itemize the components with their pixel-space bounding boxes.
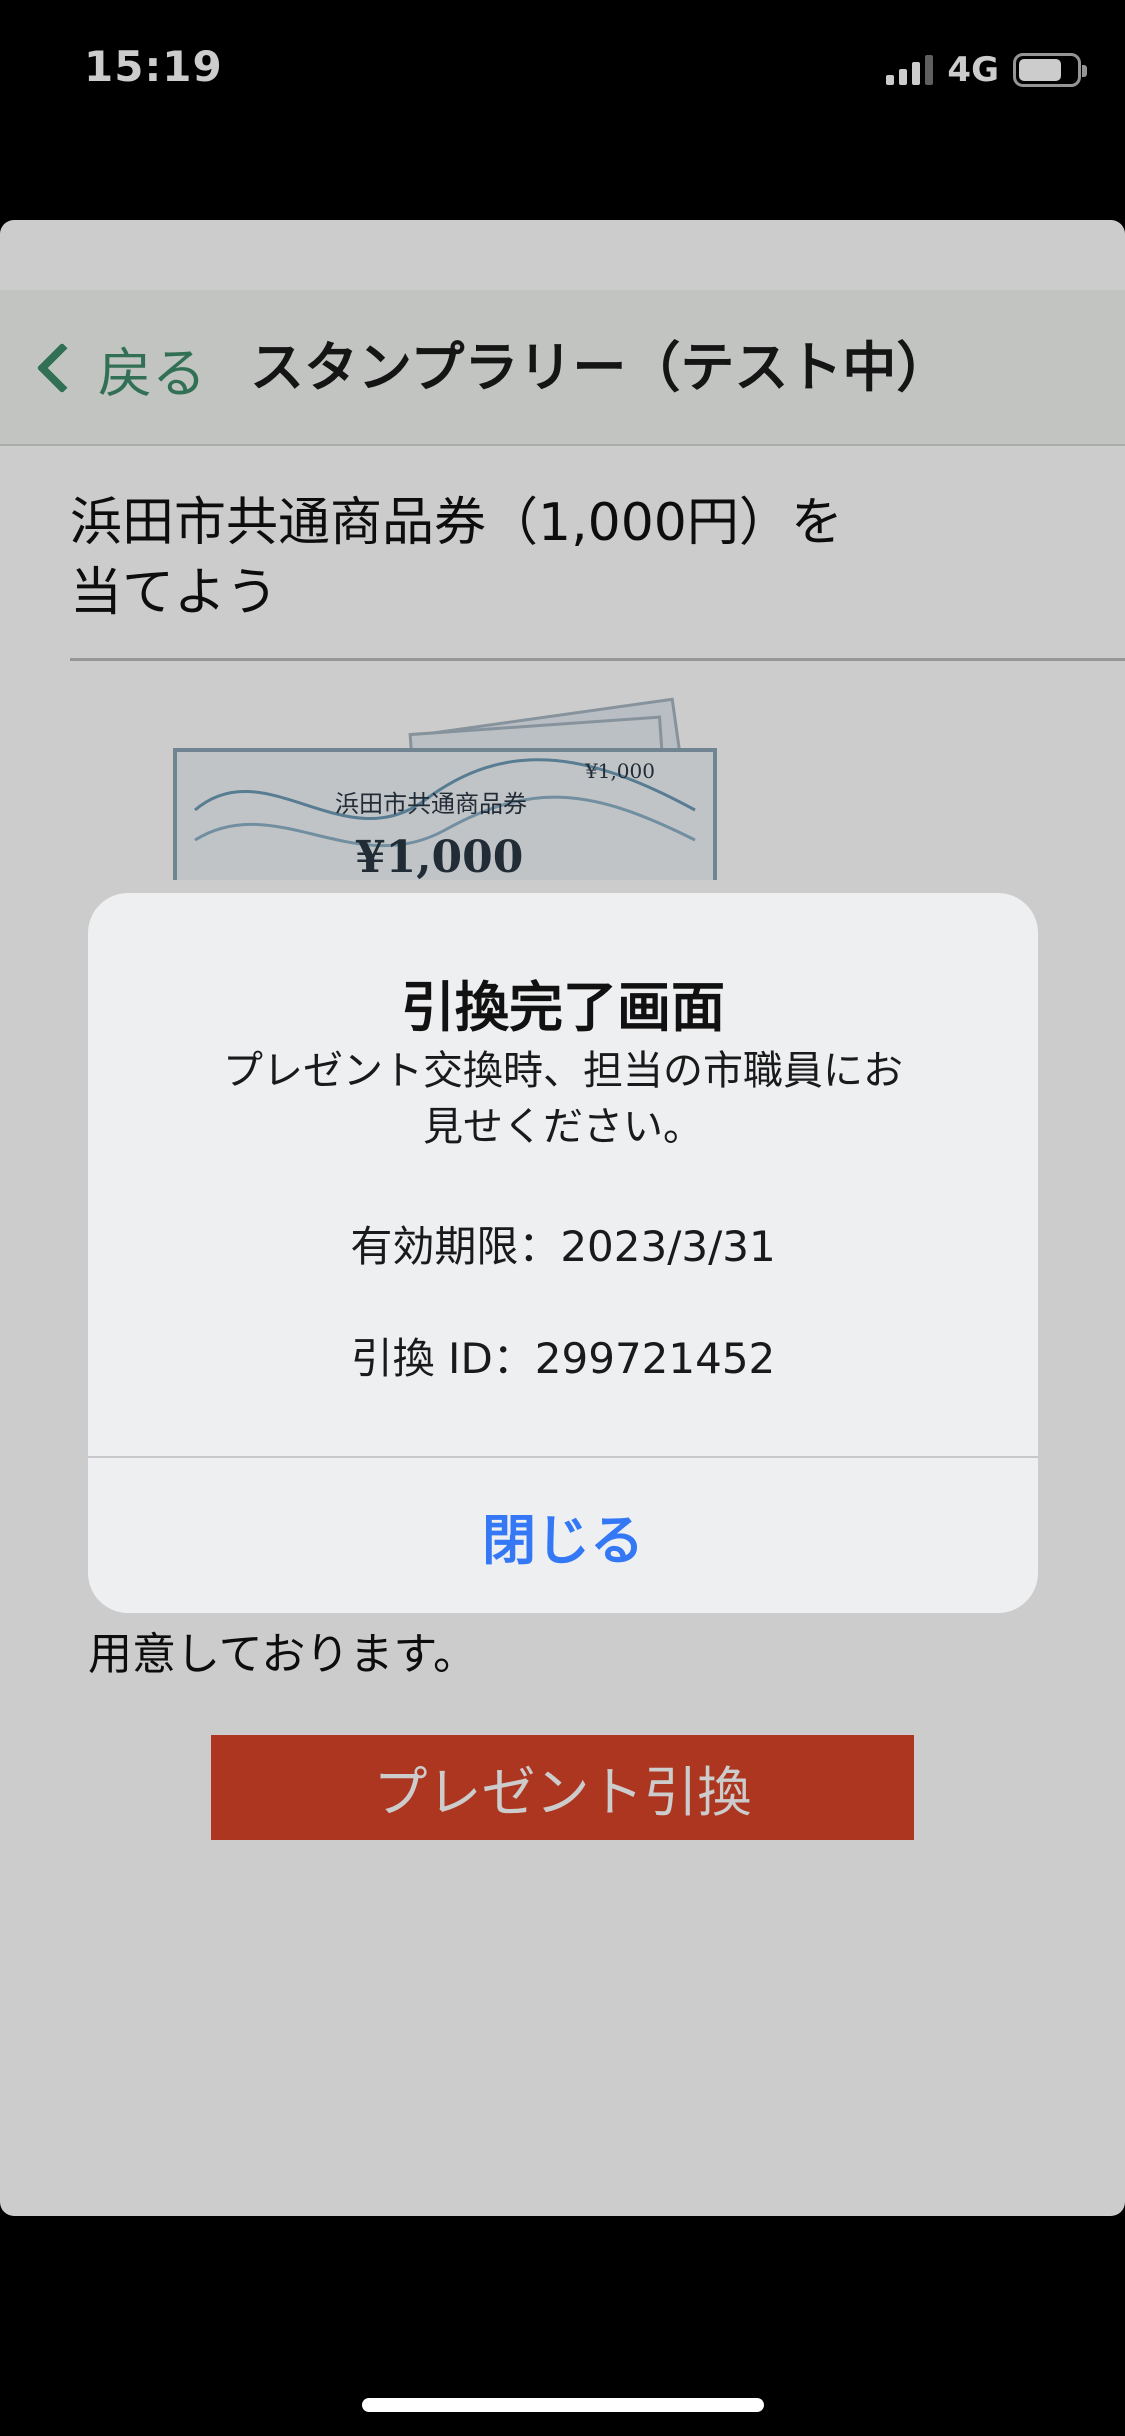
redeem-id: 引換 ID：299721452 [350,1334,776,1383]
alert-message: プレゼント交換時、担当の市職員にお 見せください。 [178,1043,948,1155]
alert-message-line1: プレゼント交換時、担当の市職員にお [223,1048,903,1094]
expiry-date: 有効期限：2023/3/31 [350,1222,776,1271]
alert-message-line2: 見せください。 [423,1104,703,1150]
alert-title: 引換完了画面 [401,976,725,1039]
close-button[interactable]: 閉じる [88,1458,1038,1613]
redeem-complete-alert: 引換完了画面 プレゼント交換時、担当の市職員にお 見せください。 有効期限：20… [88,893,1038,1613]
home-indicator[interactable] [362,2398,764,2412]
